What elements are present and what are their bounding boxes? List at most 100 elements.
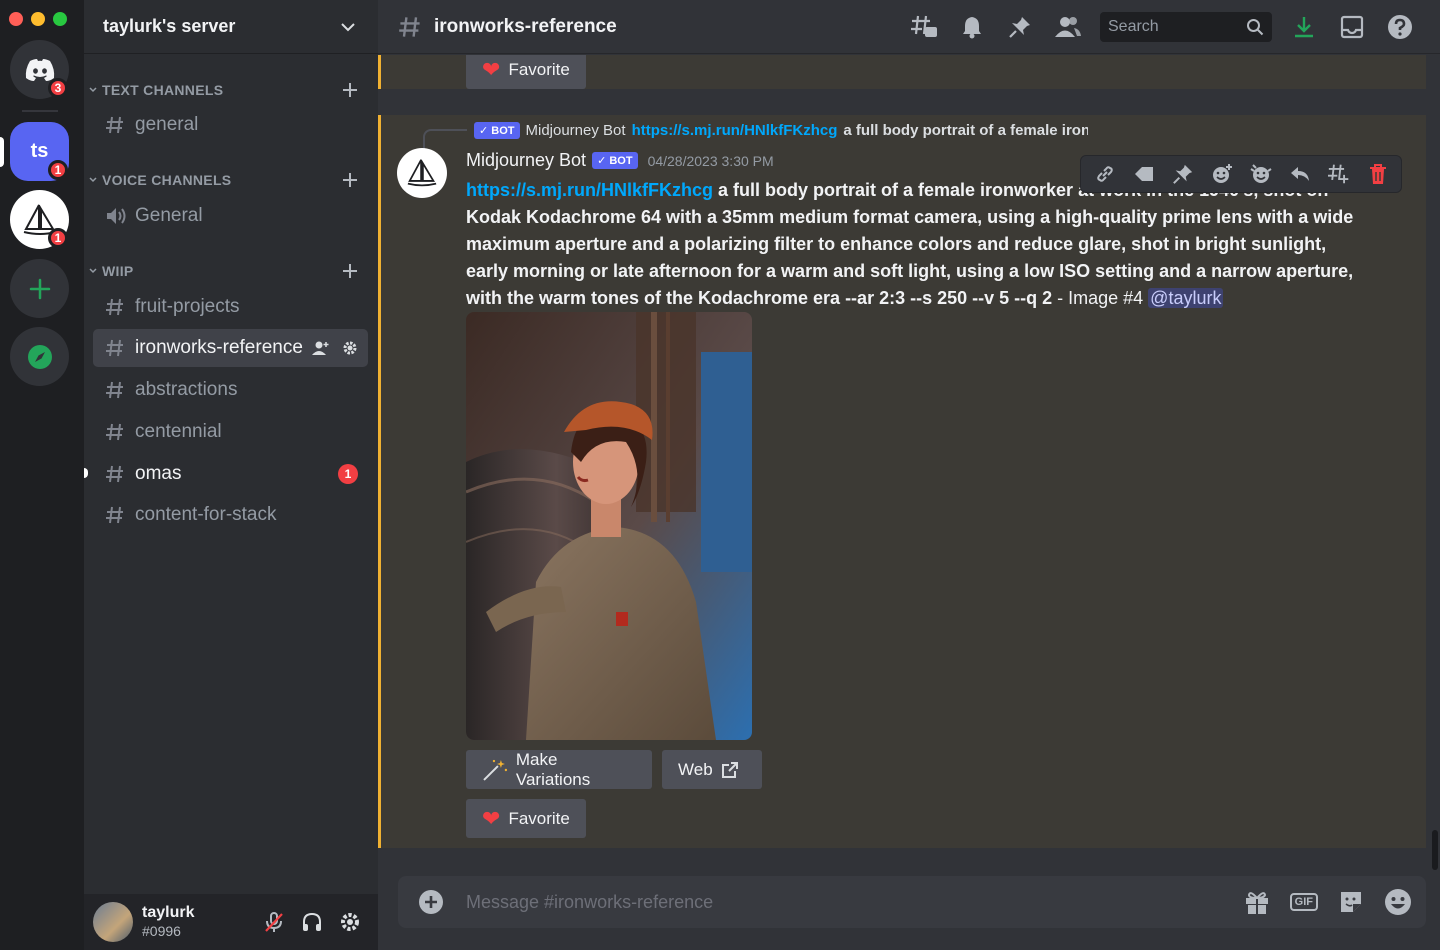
- category-voice-channels[interactable]: VOICE CHANNELS: [89, 170, 358, 190]
- button-label: Favorite: [508, 808, 570, 828]
- download-apps-button[interactable]: [1280, 11, 1328, 43]
- user-panel: taylurk #0996: [84, 894, 378, 950]
- member-list-button[interactable]: [1044, 11, 1092, 43]
- compass-icon: [27, 344, 52, 369]
- gear-icon[interactable]: [342, 340, 358, 356]
- delete-message-button[interactable]: [1358, 157, 1397, 191]
- channel-abstractions[interactable]: abstractions: [93, 371, 368, 409]
- pinned-messages-button[interactable]: [996, 11, 1044, 43]
- voice-channel-general[interactable]: General: [93, 197, 368, 235]
- super-reaction-icon: [1249, 164, 1272, 183]
- home-button[interactable]: 3: [10, 40, 69, 99]
- category-wiip[interactable]: WIIP: [89, 261, 358, 281]
- super-reaction-button[interactable]: [1241, 157, 1280, 191]
- search-input[interactable]: Search: [1100, 12, 1272, 42]
- user-mention[interactable]: @taylurk: [1148, 288, 1224, 308]
- add-channel-icon[interactable]: [342, 263, 358, 279]
- reply-text: a full body portrait of a female ironwor…: [843, 121, 1088, 139]
- gift-icon[interactable]: [1244, 889, 1270, 915]
- channel-general[interactable]: general: [93, 106, 368, 144]
- add-channel-icon[interactable]: [342, 82, 358, 98]
- gif-button[interactable]: GIF: [1289, 893, 1318, 911]
- close-window-button[interactable]: [9, 12, 23, 26]
- hash-icon: [105, 505, 127, 525]
- message-timestamp: 04/28/2023 3:30 PM: [647, 152, 774, 169]
- minimize-window-button[interactable]: [31, 12, 45, 26]
- channel-content-for-stack[interactable]: content-for-stack: [93, 496, 368, 534]
- server-ts-initials: ts: [30, 140, 49, 162]
- server-ts[interactable]: ts 1: [10, 122, 69, 181]
- previous-message: ❤ Favorite: [378, 55, 1426, 89]
- hash-icon: [105, 380, 127, 400]
- channel-sidebar: taylurk's server TEXT CHANNELS general V…: [84, 0, 378, 950]
- add-attachment-icon[interactable]: [418, 889, 444, 915]
- channel-label: fruit-projects: [135, 296, 240, 317]
- scrollbar-thumb[interactable]: [1432, 830, 1438, 870]
- hash-icon: [105, 422, 127, 442]
- mark-unread-button[interactable]: [1124, 157, 1163, 191]
- message-author[interactable]: Midjourney Bot: [466, 150, 586, 171]
- invite-icon[interactable]: [312, 340, 330, 356]
- category-label: VOICE CHANNELS: [102, 172, 232, 188]
- reply-preview[interactable]: ✓ BOT Midjourney Bot https://s.mj.run/HN…: [468, 121, 1088, 139]
- help-button[interactable]: [1376, 11, 1424, 43]
- create-thread-button[interactable]: [1319, 157, 1358, 191]
- user-info[interactable]: taylurk #0996: [142, 904, 194, 940]
- add-reaction-button[interactable]: [1202, 157, 1241, 191]
- link-icon: [1096, 166, 1113, 182]
- threads-icon: [1327, 164, 1348, 184]
- channel-label: abstractions: [135, 379, 238, 400]
- mic-muted-icon[interactable]: [263, 911, 285, 933]
- chevron-down-icon: [89, 268, 97, 274]
- category-label: TEXT CHANNELS: [102, 82, 224, 98]
- reply-icon: [1290, 167, 1309, 181]
- emoji-icon[interactable]: [1384, 888, 1412, 916]
- generated-image[interactable]: [466, 312, 752, 740]
- hash-icon: [105, 115, 127, 135]
- message-input[interactable]: [466, 891, 1206, 913]
- message-content: https://s.mj.run/HNlkfFKzhcg a full body…: [466, 177, 1366, 312]
- reply-button[interactable]: [1280, 157, 1319, 191]
- notification-settings-button[interactable]: [948, 11, 996, 43]
- window-controls: [9, 12, 67, 26]
- search-placeholder: Search: [1108, 18, 1159, 35]
- copy-link-button[interactable]: [1085, 157, 1124, 191]
- server-name: taylurk's server: [103, 16, 236, 36]
- channel-ironworks-reference[interactable]: ironworks-reference: [93, 329, 368, 367]
- avatar[interactable]: [93, 902, 133, 942]
- pin-message-button[interactable]: [1163, 157, 1202, 191]
- channel-omas[interactable]: omas 1: [84, 455, 368, 493]
- unread-indicator: [84, 468, 88, 478]
- speaker-icon: [105, 206, 127, 226]
- add-server-button[interactable]: [10, 259, 69, 318]
- avatar[interactable]: [397, 148, 447, 198]
- gear-icon[interactable]: [339, 911, 361, 933]
- server-midjourney[interactable]: 1: [10, 190, 69, 249]
- explore-servers-button[interactable]: [10, 327, 69, 386]
- prompt-link[interactable]: https://s.mj.run/HNlkfFKzhcg: [466, 180, 713, 200]
- username: taylurk: [142, 904, 195, 921]
- sticker-icon[interactable]: [1338, 889, 1364, 915]
- headphones-icon[interactable]: [301, 911, 323, 933]
- maximize-window-button[interactable]: [53, 12, 67, 26]
- channel-centennial[interactable]: centennial: [93, 413, 368, 451]
- inbox-button[interactable]: [1328, 11, 1376, 43]
- message-item[interactable]: ✓ BOT Midjourney Bot https://s.mj.run/HN…: [378, 115, 1426, 848]
- channel-label: content-for-stack: [135, 504, 277, 525]
- favorite-button[interactable]: ❤ Favorite: [466, 55, 586, 89]
- heart-icon: ❤: [482, 56, 501, 82]
- make-variations-button[interactable]: Make Variations: [466, 750, 652, 789]
- chevron-down-icon: [89, 177, 97, 183]
- server-midjourney-badge: 1: [48, 228, 68, 248]
- channel-fruit-projects[interactable]: fruit-projects: [93, 288, 368, 326]
- favorite-button[interactable]: ❤ Favorite: [466, 799, 586, 838]
- chat-area: ironworks-reference Search ❤ Favorite ✓ …: [378, 0, 1440, 950]
- add-channel-icon[interactable]: [342, 172, 358, 188]
- category-text-channels[interactable]: TEXT CHANNELS: [89, 80, 358, 100]
- threads-button[interactable]: [900, 11, 948, 43]
- button-label: Web: [678, 759, 713, 779]
- server-header[interactable]: taylurk's server: [84, 0, 378, 54]
- web-link-button[interactable]: Web: [662, 750, 762, 789]
- chevron-down-icon: [89, 87, 97, 93]
- discord-logo-icon: [25, 58, 54, 81]
